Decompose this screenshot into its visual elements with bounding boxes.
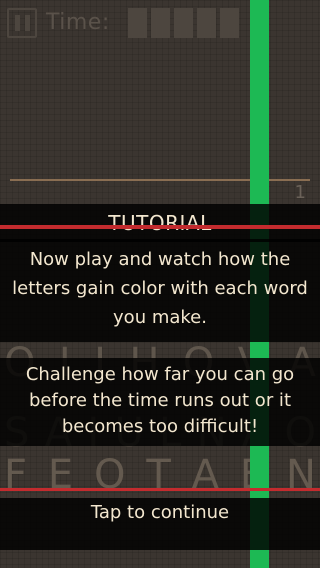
top-bar: Time: [0, 0, 320, 46]
letter-tile[interactable]: T [146, 452, 170, 498]
tutorial-header: TUTORIAL [0, 204, 320, 242]
time-block [128, 8, 147, 38]
tutorial-title: TUTORIAL [108, 211, 212, 235]
time-block [220, 8, 239, 38]
letter-tile[interactable]: A [192, 452, 219, 498]
time-label: Time: [46, 10, 110, 35]
red-divider [0, 225, 320, 229]
tutorial-message-2: Challenge how far you can go before the … [25, 364, 295, 437]
time-block [151, 8, 170, 38]
time-block [197, 8, 216, 38]
tap-to-continue-panel[interactable]: Tap to continue [0, 498, 320, 550]
tutorial-message: Now play and watch how the letters gain … [12, 249, 308, 328]
time-block [174, 8, 193, 38]
letter-tile[interactable]: F [4, 452, 27, 498]
letter-tile[interactable]: N [286, 452, 316, 498]
letter-tile[interactable]: O [94, 452, 125, 498]
word-count: 1 [294, 182, 306, 203]
red-divider [0, 488, 320, 491]
letter-tile[interactable]: E [48, 452, 73, 498]
pause-button[interactable] [7, 8, 37, 38]
tutorial-message-panel: Now play and watch how the letters gain … [0, 239, 320, 342]
tap-to-continue[interactable]: Tap to continue [0, 502, 320, 524]
tutorial-message-panel-2: Challenge how far you can go before the … [0, 358, 320, 446]
pause-icon [14, 15, 20, 31]
time-remaining-blocks [128, 8, 239, 38]
letter-row[interactable]: F E O T A E N [0, 452, 320, 498]
